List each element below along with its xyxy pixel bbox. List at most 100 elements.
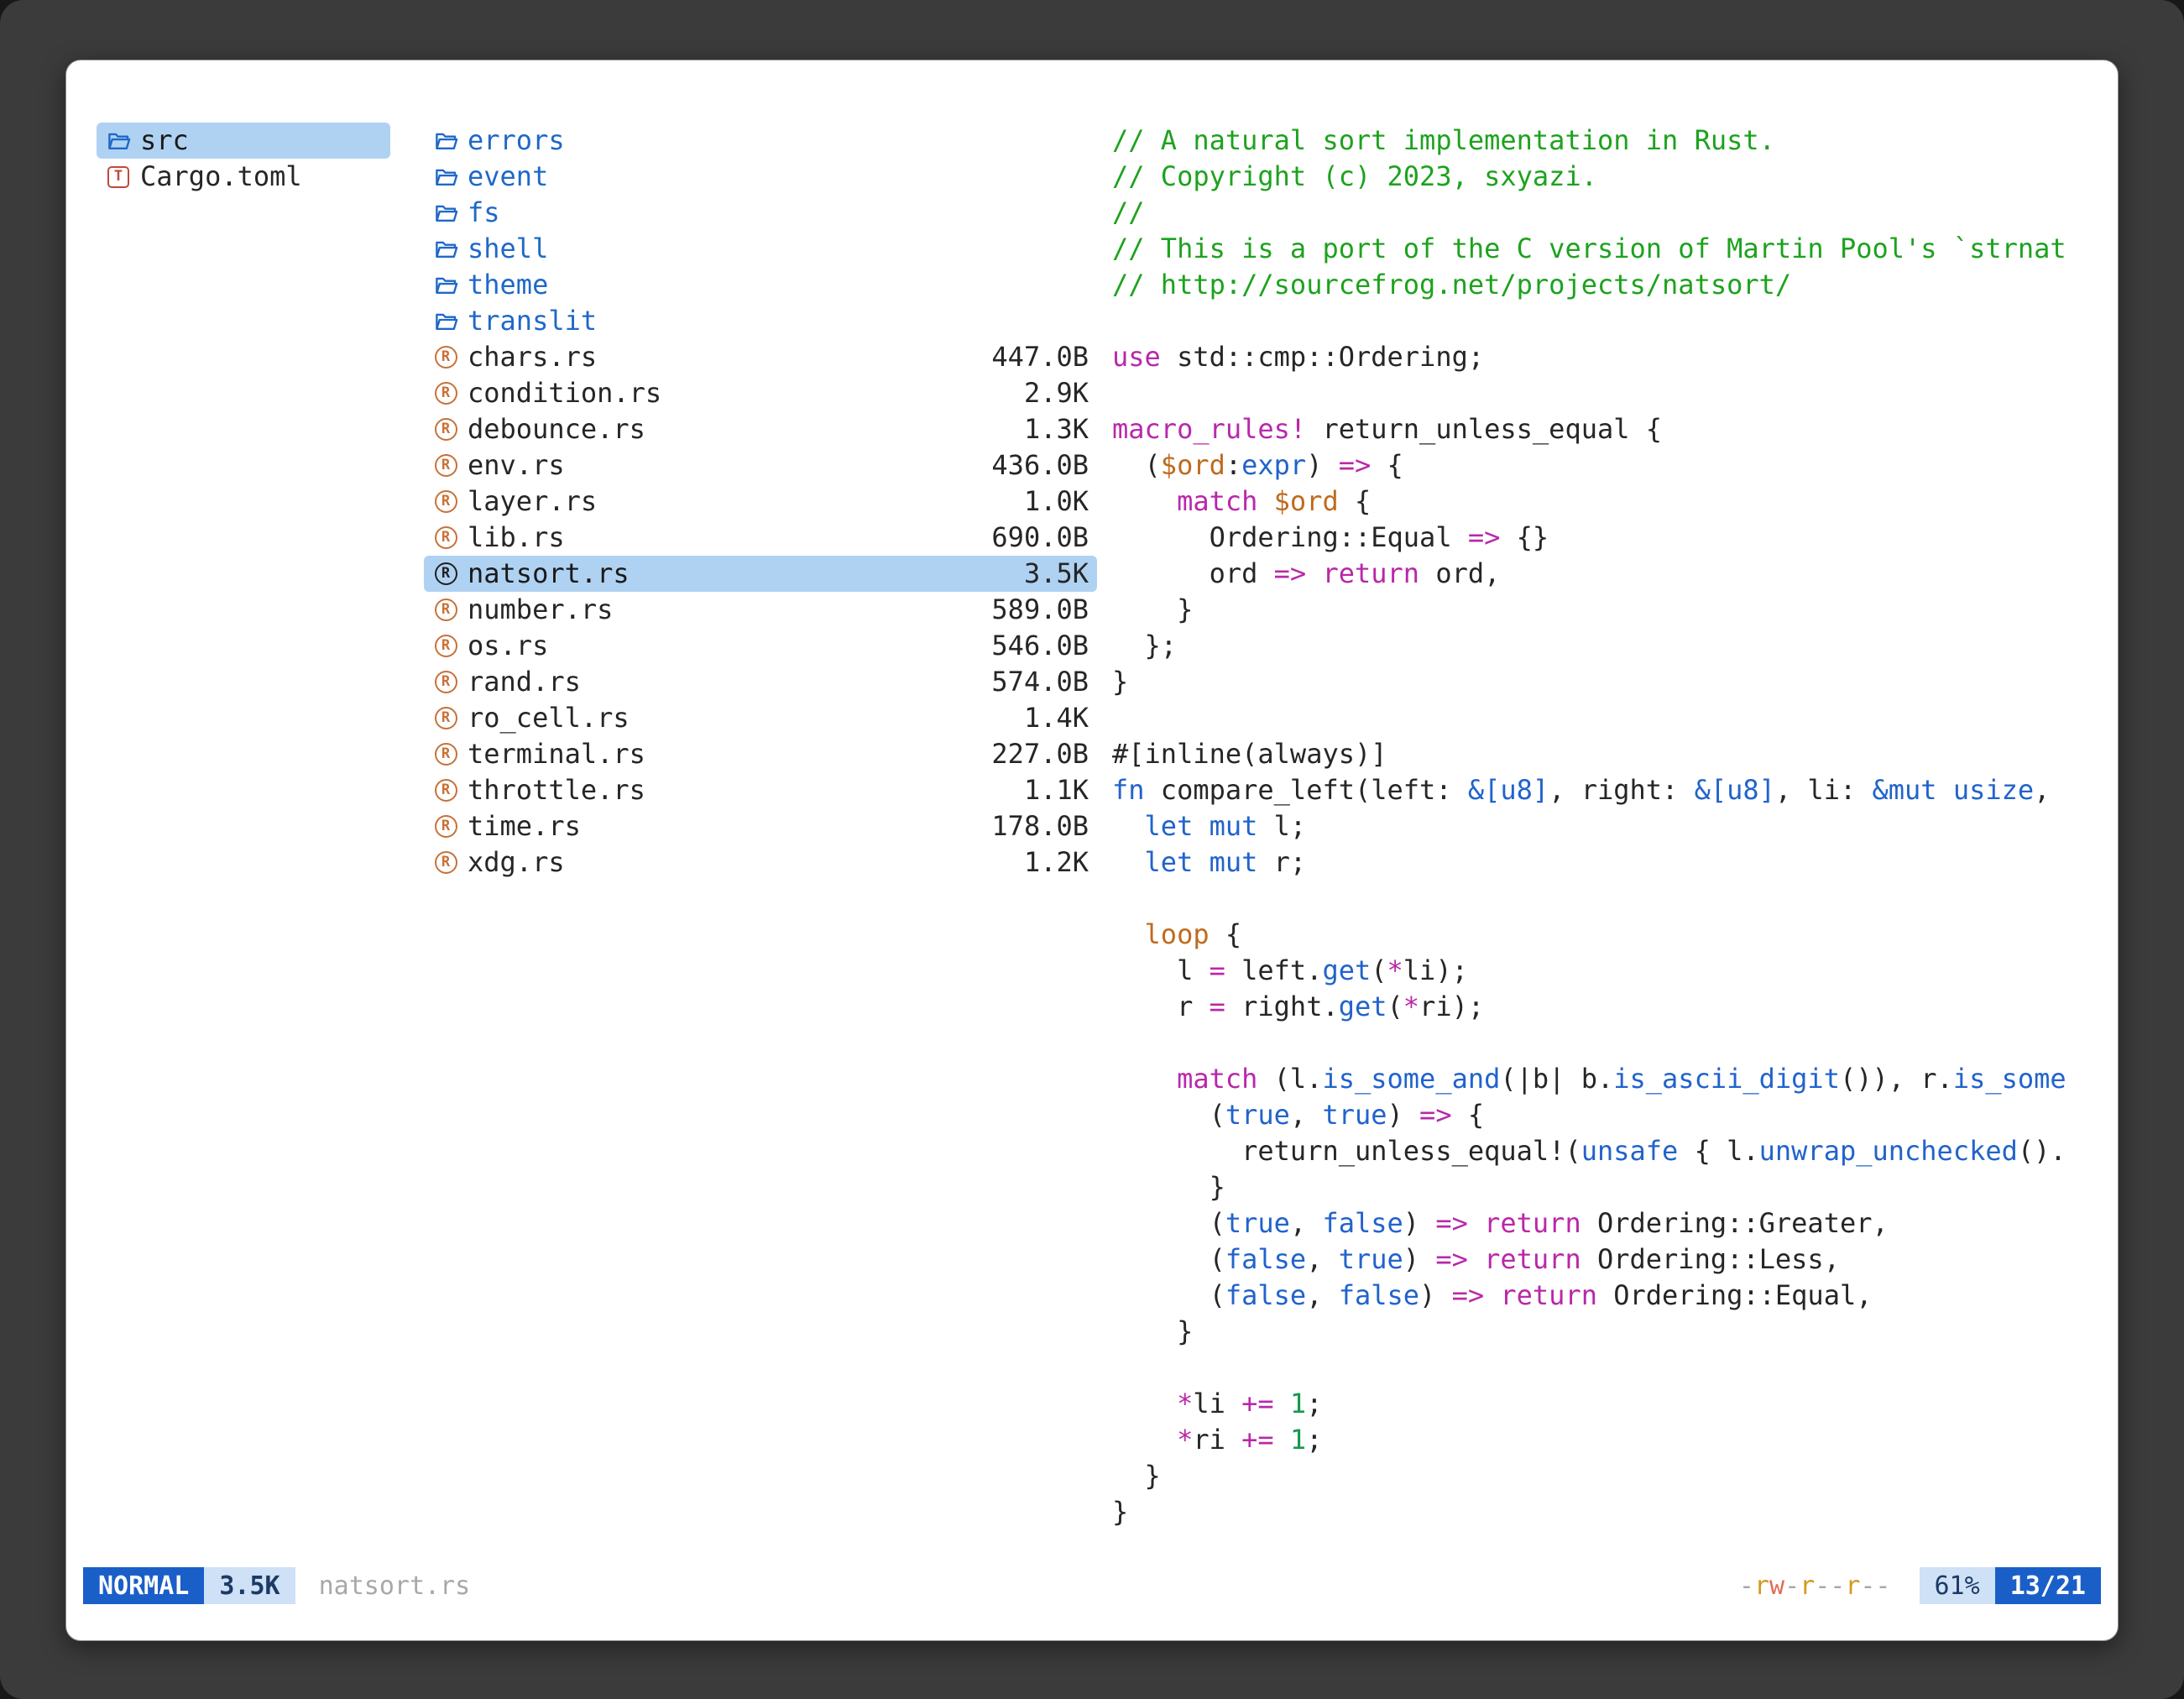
item-label: xdg.rs bbox=[468, 844, 565, 881]
rust-icon: R bbox=[432, 382, 459, 405]
file-size: 227.0B bbox=[991, 736, 1089, 772]
rust-icon: R bbox=[432, 562, 459, 585]
code-line: } bbox=[1112, 592, 2099, 628]
item-label: env.rs bbox=[468, 447, 565, 484]
code-line: } bbox=[1112, 664, 2099, 700]
file-row-os.rs[interactable]: Ros.rs546.0B bbox=[424, 628, 1097, 664]
file-row-xdg.rs[interactable]: Rxdg.rs1.2K bbox=[424, 844, 1097, 881]
file-row-natsort.rs[interactable]: Rnatsort.rs 3.5K bbox=[424, 556, 1097, 592]
rust-icon: R bbox=[432, 418, 459, 441]
code-line: use std::cmp::Ordering; bbox=[1112, 339, 2099, 375]
code-line: } bbox=[1112, 1494, 2099, 1530]
file-row-debounce.rs[interactable]: Rdebounce.rs1.3K bbox=[424, 411, 1097, 447]
item-label: chars.rs bbox=[468, 339, 597, 375]
file-row-shell[interactable]: shell bbox=[424, 231, 1097, 267]
item-label: condition.rs bbox=[468, 375, 661, 411]
code-line bbox=[1112, 303, 2099, 339]
status-filename: natsort.rs bbox=[319, 1571, 471, 1601]
rust-icon: R bbox=[432, 707, 459, 729]
code-line: (false, false) => return Ordering::Equal… bbox=[1112, 1278, 2099, 1314]
file-row-lib.rs[interactable]: Rlib.rs690.0B bbox=[424, 520, 1097, 556]
file-size: 447.0B bbox=[991, 339, 1089, 375]
rust-icon: R bbox=[432, 815, 459, 838]
code-line: // A natural sort implementation in Rust… bbox=[1112, 123, 2099, 159]
file-row-layer.rs[interactable]: Rlayer.rs1.0K bbox=[424, 484, 1097, 520]
file-size: 546.0B bbox=[991, 628, 1089, 664]
code-line: // http://sourcefrog.net/projects/natsor… bbox=[1112, 267, 2099, 303]
code-line: l = left.get(*li); bbox=[1112, 953, 2099, 989]
code-line: match (l.is_some_and(|b| b.is_ascii_digi… bbox=[1112, 1061, 2099, 1097]
code-line: Ordering::Equal => {} bbox=[1112, 520, 2099, 556]
toml-icon: T bbox=[105, 166, 132, 188]
file-size: 1.0K bbox=[1024, 484, 1089, 520]
code-line: let mut l; bbox=[1112, 808, 2099, 844]
file-size: 1.4K bbox=[1024, 700, 1089, 736]
file-row-event[interactable]: event bbox=[424, 159, 1097, 195]
scroll-percent-badge: 61% bbox=[1920, 1567, 1995, 1604]
status-bar: NORMAL 3.5K natsort.rs -rw-r--r-- 61% 13… bbox=[83, 1566, 2101, 1605]
item-label: rand.rs bbox=[468, 664, 581, 700]
item-label: terminal.rs bbox=[468, 736, 645, 772]
code-line: // This is a port of the C version of Ma… bbox=[1112, 231, 2099, 267]
code-line: r = right.get(*ri); bbox=[1112, 989, 2099, 1025]
file-size: 178.0B bbox=[991, 808, 1089, 844]
code-line bbox=[1112, 881, 2099, 917]
item-label: event bbox=[468, 159, 548, 195]
item-label: Cargo.toml bbox=[140, 159, 302, 195]
parent-pane: src T Cargo.toml bbox=[97, 123, 390, 195]
item-label: debounce.rs bbox=[468, 411, 645, 447]
current-pane: errorseventfsshellthemetranslitRchars.rs… bbox=[424, 123, 1097, 881]
parent-item-Cargo.toml[interactable]: T Cargo.toml bbox=[97, 159, 390, 195]
item-label: lib.rs bbox=[468, 520, 565, 556]
folder-open-icon bbox=[432, 201, 459, 226]
file-row-number.rs[interactable]: Rnumber.rs589.0B bbox=[424, 592, 1097, 628]
file-row-time.rs[interactable]: Rtime.rs 178.0B bbox=[424, 808, 1097, 844]
rust-icon: R bbox=[432, 779, 459, 802]
item-label: natsort.rs bbox=[468, 556, 630, 592]
item-label: ro_cell.rs bbox=[468, 700, 630, 736]
file-row-theme[interactable]: theme bbox=[424, 267, 1097, 303]
file-row-throttle.rs[interactable]: Rthrottle.rs1.1K bbox=[424, 772, 1097, 808]
file-row-translit[interactable]: translit bbox=[424, 303, 1097, 339]
folder-open-icon bbox=[432, 165, 459, 190]
item-label: src bbox=[140, 123, 189, 159]
rust-icon: R bbox=[432, 635, 459, 657]
item-label: fs bbox=[468, 195, 500, 231]
code-line: } bbox=[1112, 1458, 2099, 1494]
permission-char: r bbox=[1845, 1571, 1860, 1601]
code-line: loop { bbox=[1112, 917, 2099, 953]
rust-icon: R bbox=[432, 743, 459, 766]
code-line: ord => return ord, bbox=[1112, 556, 2099, 592]
file-row-terminal.rs[interactable]: Rterminal.rs 227.0B bbox=[424, 736, 1097, 772]
rust-icon: R bbox=[432, 346, 459, 369]
file-row-condition.rs[interactable]: Rcondition.rs2.9K bbox=[424, 375, 1097, 411]
folder-open-icon bbox=[432, 273, 459, 298]
file-row-rand.rs[interactable]: Rrand.rs574.0B bbox=[424, 664, 1097, 700]
code-line: let mut r; bbox=[1112, 844, 2099, 881]
code-line: *li += 1; bbox=[1112, 1386, 2099, 1422]
file-row-env.rs[interactable]: Renv.rs436.0B bbox=[424, 447, 1097, 484]
file-size: 3.5K bbox=[1024, 556, 1089, 592]
code-line: return_unless_equal!(unsafe { l.unwrap_u… bbox=[1112, 1133, 2099, 1169]
code-line: match $ord { bbox=[1112, 484, 2099, 520]
file-row-errors[interactable]: errors bbox=[424, 123, 1097, 159]
item-label: number.rs bbox=[468, 592, 613, 628]
item-label: layer.rs bbox=[468, 484, 597, 520]
file-size: 436.0B bbox=[991, 447, 1089, 484]
permissions-text: -rw-r--r-- bbox=[1739, 1571, 1891, 1601]
file-row-ro_cell.rs[interactable]: Rro_cell.rs 1.4K bbox=[424, 700, 1097, 736]
code-line: *ri += 1; bbox=[1112, 1422, 2099, 1458]
item-label: shell bbox=[468, 231, 548, 267]
parent-item-src[interactable]: src bbox=[97, 123, 390, 159]
permission-char: -- bbox=[1860, 1571, 1890, 1601]
code-line: (true, false) => return Ordering::Greate… bbox=[1112, 1205, 2099, 1242]
file-row-fs[interactable]: fs bbox=[424, 195, 1097, 231]
item-label: time.rs bbox=[468, 808, 581, 844]
folder-open-icon bbox=[432, 128, 459, 154]
file-size-badge: 3.5K bbox=[204, 1567, 295, 1604]
desktop-background: src T Cargo.toml errorseventfsshellthemetr… bbox=[0, 0, 2184, 1699]
item-label: theme bbox=[468, 267, 548, 303]
permission-char: w bbox=[1769, 1571, 1784, 1601]
folder-open-icon bbox=[432, 309, 459, 334]
file-row-chars.rs[interactable]: Rchars.rs 447.0B bbox=[424, 339, 1097, 375]
